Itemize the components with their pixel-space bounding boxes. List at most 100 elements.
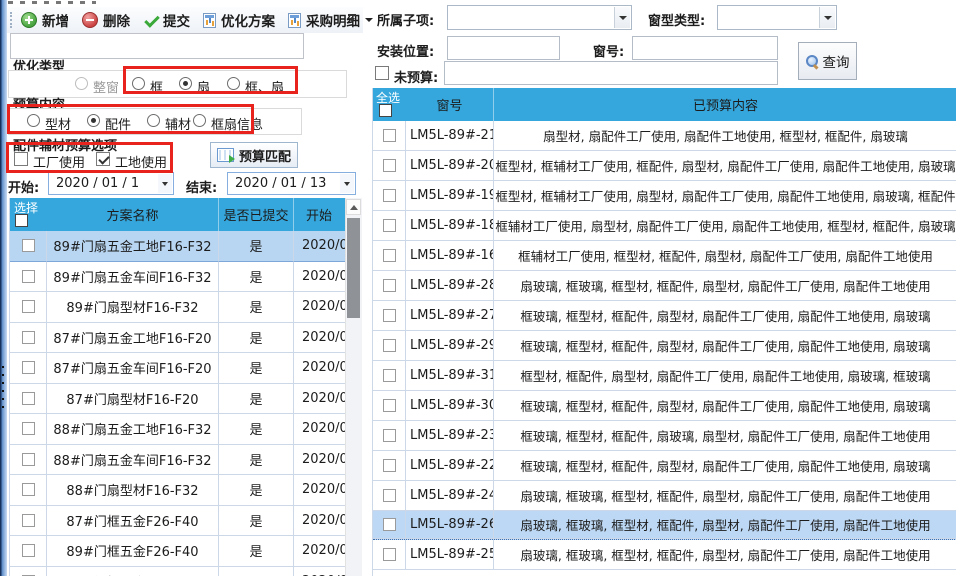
plan-row[interactable]: 89#门框五金F26-F40 是 2020/0 — [10, 536, 345, 567]
window-row[interactable]: LM5L-89#-16F15 框辅材工厂使用, 框型材, 框配件, 扇型材, 扇… — [373, 241, 956, 271]
select-all-checkbox[interactable] — [379, 104, 392, 117]
purchase-detail-button[interactable]: 采购明细 — [288, 10, 373, 30]
row-checkbox[interactable] — [22, 422, 35, 435]
row-checkbox[interactable] — [383, 489, 396, 502]
no-budget-checkbox[interactable] — [375, 66, 389, 80]
start-date-header[interactable]: 开始 — [294, 198, 345, 231]
row-checkbox[interactable] — [383, 249, 396, 262]
window-row[interactable]: LM5L-89#-20F18 框型材, 框辅材工厂使用, 框配件, 扇型材, 扇… — [373, 151, 956, 181]
site-use-checkbox[interactable] — [96, 152, 110, 166]
window-row[interactable]: LM5L-89#-27F25 框玻璃, 框型材, 框配件, 扇型材, 扇配件工厂… — [373, 301, 956, 331]
splitter-grip-dot[interactable] — [2, 382, 4, 384]
row-checkbox[interactable] — [383, 429, 396, 442]
row-checkbox[interactable] — [383, 369, 396, 382]
radio-sash[interactable] — [179, 77, 192, 90]
scrollbar-up-arrow[interactable] — [346, 199, 361, 215]
scrollbar-thumb[interactable] — [347, 218, 360, 318]
splitter-grip-dot[interactable] — [2, 374, 4, 376]
date-dropdown-button[interactable] — [340, 174, 354, 193]
radio-frame-sash[interactable] — [227, 77, 240, 90]
row-checkbox[interactable] — [383, 219, 396, 232]
combo-dropdown-button[interactable] — [819, 7, 835, 28]
row-checkbox[interactable] — [22, 514, 35, 527]
radio-frame-sash-info[interactable] — [193, 114, 206, 127]
row-checkbox[interactable] — [383, 459, 396, 472]
radio-profile[interactable] — [27, 114, 40, 127]
window-row[interactable]: LM5L-89#-29F27 框玻璃, 框型材, 框配件, 扇型材, 扇配件工厂… — [373, 331, 956, 361]
splitter-grip-dot[interactable] — [2, 406, 4, 408]
select-all-checkbox[interactable] — [15, 214, 28, 227]
window-type-combobox[interactable] — [717, 5, 837, 30]
plan-row[interactable]: 87#门扇五金车间F16-F20 是 2020/0 — [10, 353, 345, 384]
row-checkbox[interactable] — [22, 270, 35, 283]
row-checkbox[interactable] — [22, 300, 35, 313]
add-button[interactable]: 新增 — [21, 10, 69, 30]
date-end-picker[interactable]: 2020 / 01 / 13 — [227, 172, 356, 195]
window-row[interactable]: LM5L-89#-31F29 框型材, 框配件, 扇型材, 扇配件工厂使用, 扇… — [373, 361, 956, 391]
sub-item-combobox[interactable] — [447, 5, 632, 30]
radio-aux-material[interactable] — [147, 114, 160, 127]
row-checkbox[interactable] — [22, 453, 35, 466]
budgeted-content-header[interactable]: 已预算内容 — [494, 88, 956, 121]
row-checkbox[interactable] — [383, 309, 396, 322]
row-checkbox[interactable] — [22, 392, 35, 405]
window-row[interactable]: LM5L-89#-26F24 扇玻璃, 框玻璃, 框型材, 框配件, 扇型材, … — [373, 510, 956, 540]
query-button[interactable]: 查询 — [798, 42, 857, 80]
row-checkbox[interactable] — [383, 339, 396, 352]
plan-row[interactable]: 89#门扇五金工地F16-F32 是 2020/0 — [10, 231, 345, 262]
plan-row[interactable]: 87#门框五金F26-F40 是 2020/0 — [10, 506, 345, 537]
combo-dropdown-button[interactable] — [614, 7, 630, 28]
window-row[interactable]: LM5L-89#-30F28 框玻璃, 框型材, 框配件, 扇型材, 扇配件工厂… — [373, 391, 956, 421]
window-row[interactable]: LM5L-89#-19F17 框型材, 框辅材工厂使用, 扇型材, 扇配件工厂使… — [373, 181, 956, 211]
submit-button[interactable]: 提交 — [143, 10, 190, 30]
radio-frame[interactable] — [132, 77, 145, 90]
no-budget-input[interactable] — [444, 61, 778, 85]
delete-button[interactable]: 删除 — [82, 10, 130, 30]
row-checkbox[interactable] — [383, 518, 396, 531]
toolbar-overflow-button[interactable] — [346, 12, 358, 28]
plan-row[interactable]: 88#门框五金F21-F40 是 2020/0 — [10, 567, 345, 576]
date-start-picker[interactable]: 2020 / 01 / 1 — [48, 172, 174, 195]
window-no-header[interactable]: 窗号 — [406, 88, 494, 121]
row-checkbox[interactable] — [383, 548, 396, 561]
row-checkbox[interactable] — [383, 279, 396, 292]
row-checkbox[interactable] — [383, 189, 396, 202]
row-select-cell — [10, 536, 47, 567]
date-dropdown-button[interactable] — [158, 174, 172, 193]
row-checkbox[interactable] — [383, 399, 396, 412]
radio-whole-window[interactable] — [75, 77, 88, 90]
window-row[interactable]: LM5L-89#-23F21 框玻璃, 框型材, 框配件, 扇玻璃, 扇型材, … — [373, 421, 956, 451]
factory-use-checkbox[interactable] — [14, 152, 28, 166]
plan-row[interactable]: 88#门扇五金车间F16-F32 是 2020/0 — [10, 445, 345, 476]
budget-match-button[interactable]: 预算匹配 — [210, 142, 298, 168]
row-checkbox[interactable] — [383, 129, 396, 142]
toolbar-grip[interactable] — [10, 12, 12, 28]
row-checkbox[interactable] — [383, 159, 396, 172]
window-row[interactable]: LM5L-89#-28F26 扇玻璃, 框玻璃, 框型材, 框配件, 扇型材, … — [373, 271, 956, 301]
splitter-grip-dot[interactable] — [2, 390, 4, 392]
row-checkbox[interactable] — [22, 331, 35, 344]
window-row[interactable]: LM5L-89#-18F16 框辅材工厂使用, 扇型材, 扇配件工厂使用, 扇配… — [373, 211, 956, 241]
splitter-grip-dot[interactable] — [2, 398, 4, 400]
splitter-grip-dot[interactable] — [2, 366, 4, 368]
plan-row[interactable]: 88#门扇型材F16-F32 是 2020/0 — [10, 475, 345, 506]
submitted-header[interactable]: 是否已提交 — [219, 198, 294, 231]
plan-name-header[interactable]: 方案名称 — [47, 198, 219, 231]
row-checkbox[interactable] — [22, 361, 35, 374]
radio-accessory[interactable] — [87, 114, 100, 127]
install-position-input[interactable] — [447, 36, 560, 60]
window-no-input[interactable] — [632, 36, 778, 60]
window-row[interactable]: LM5L-89#-25F23 扇玻璃, 框玻璃, 框型材, 框配件, 扇型材, … — [373, 540, 956, 570]
optimize-plan-button[interactable]: 优化方案 — [203, 10, 275, 30]
row-checkbox[interactable] — [22, 239, 35, 252]
plan-row[interactable]: 88#门扇五金工地F16-F32 是 2020/0 — [10, 414, 345, 445]
window-row[interactable]: LM5L-89#-22F20 框玻璃, 框型材, 框配件, 扇型材, 扇配件工厂… — [373, 451, 956, 481]
plan-row[interactable]: 87#门扇型材F16-F20 是 2020/0 — [10, 384, 345, 415]
plan-row[interactable]: 89#门扇五金车间F16-F32 是 2020/0 — [10, 262, 345, 293]
window-row[interactable]: LM5L-89#-21F19 扇型材, 扇配件工厂使用, 扇配件工地使用, 框型… — [373, 121, 956, 151]
row-checkbox[interactable] — [22, 544, 35, 557]
window-row[interactable]: LM5L-89#-24F22 扇玻璃, 框玻璃, 框型材, 框配件, 扇型材, … — [373, 481, 956, 511]
plan-row[interactable]: 89#门扇型材F16-F32 是 2020/0 — [10, 292, 345, 323]
plan-row[interactable]: 87#门扇五金工地F16-F20 是 2020/0 — [10, 323, 345, 354]
row-checkbox[interactable] — [22, 483, 35, 496]
